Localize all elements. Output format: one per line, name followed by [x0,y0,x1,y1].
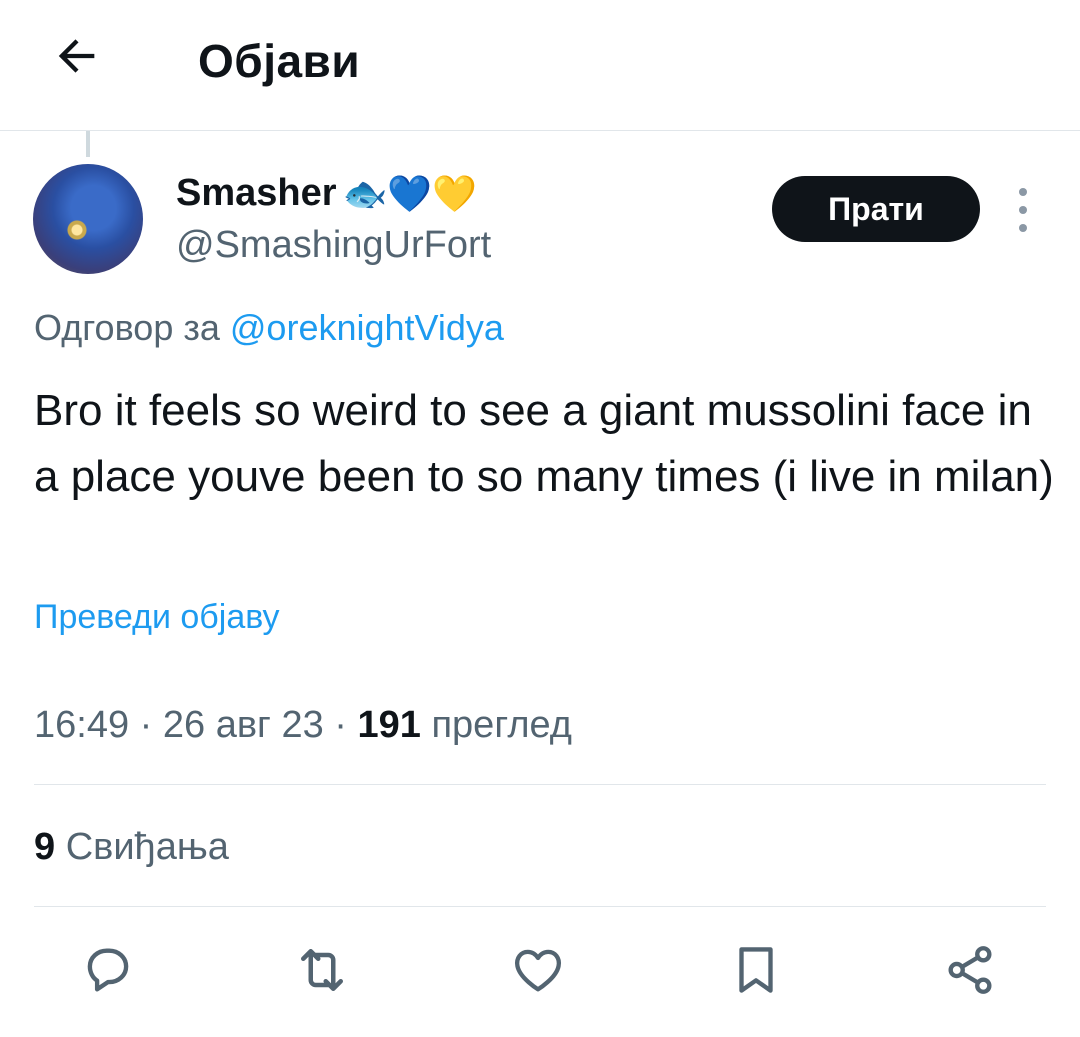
likes-label: Свиђања [65,826,229,868]
divider [34,906,1046,907]
name-emojis: 🐟💙💛 [342,172,478,214]
action-bar [0,930,1080,1020]
reply-context: Одговор за @oreknightVidya [34,307,504,349]
avatar[interactable] [33,164,143,274]
author-handle[interactable]: @SmashingUrFort [176,224,491,267]
arrow-left-icon [58,39,95,73]
reply-button[interactable] [78,940,138,1000]
views-count: 191 [357,704,421,746]
bookmark-button[interactable] [726,940,786,1000]
retweet-icon [301,949,343,991]
bookmark-icon [739,947,773,993]
share-button[interactable] [940,940,1000,1000]
translate-link[interactable]: Преведи објаву [34,598,280,637]
more-options-icon[interactable] [1008,188,1038,232]
page-title: Објави [198,35,361,87]
like-button[interactable] [508,940,568,1000]
share-icon [948,946,992,994]
tweet-text: Bro it feels so weird to see a giant mus… [34,386,1054,501]
views-label: преглед [431,704,572,746]
tweet-time: 16:49 [34,704,130,746]
retweet-button[interactable] [292,940,352,1000]
thread-connector [86,131,90,157]
likes-count: 9 [34,826,56,868]
likes-stat[interactable]: 9 Свиђања [34,826,229,869]
tweet-meta: 16:49 · 26 авг 23 · 191 преглед [34,704,572,746]
author-name[interactable]: Smasher 🐟💙💛 [176,172,477,215]
back-button[interactable] [48,27,106,85]
top-bar: Објави [0,0,1080,131]
author-name-text: Smasher [176,172,337,214]
follow-button[interactable]: Прати [772,176,980,242]
reply-prefix: Одговор за [34,307,220,348]
reply-icon [87,948,129,992]
tweet-date: 26 авг 23 [162,704,324,746]
reply-to-link[interactable]: @oreknightVidya [230,307,504,348]
heart-icon [514,949,562,992]
divider [34,784,1046,785]
